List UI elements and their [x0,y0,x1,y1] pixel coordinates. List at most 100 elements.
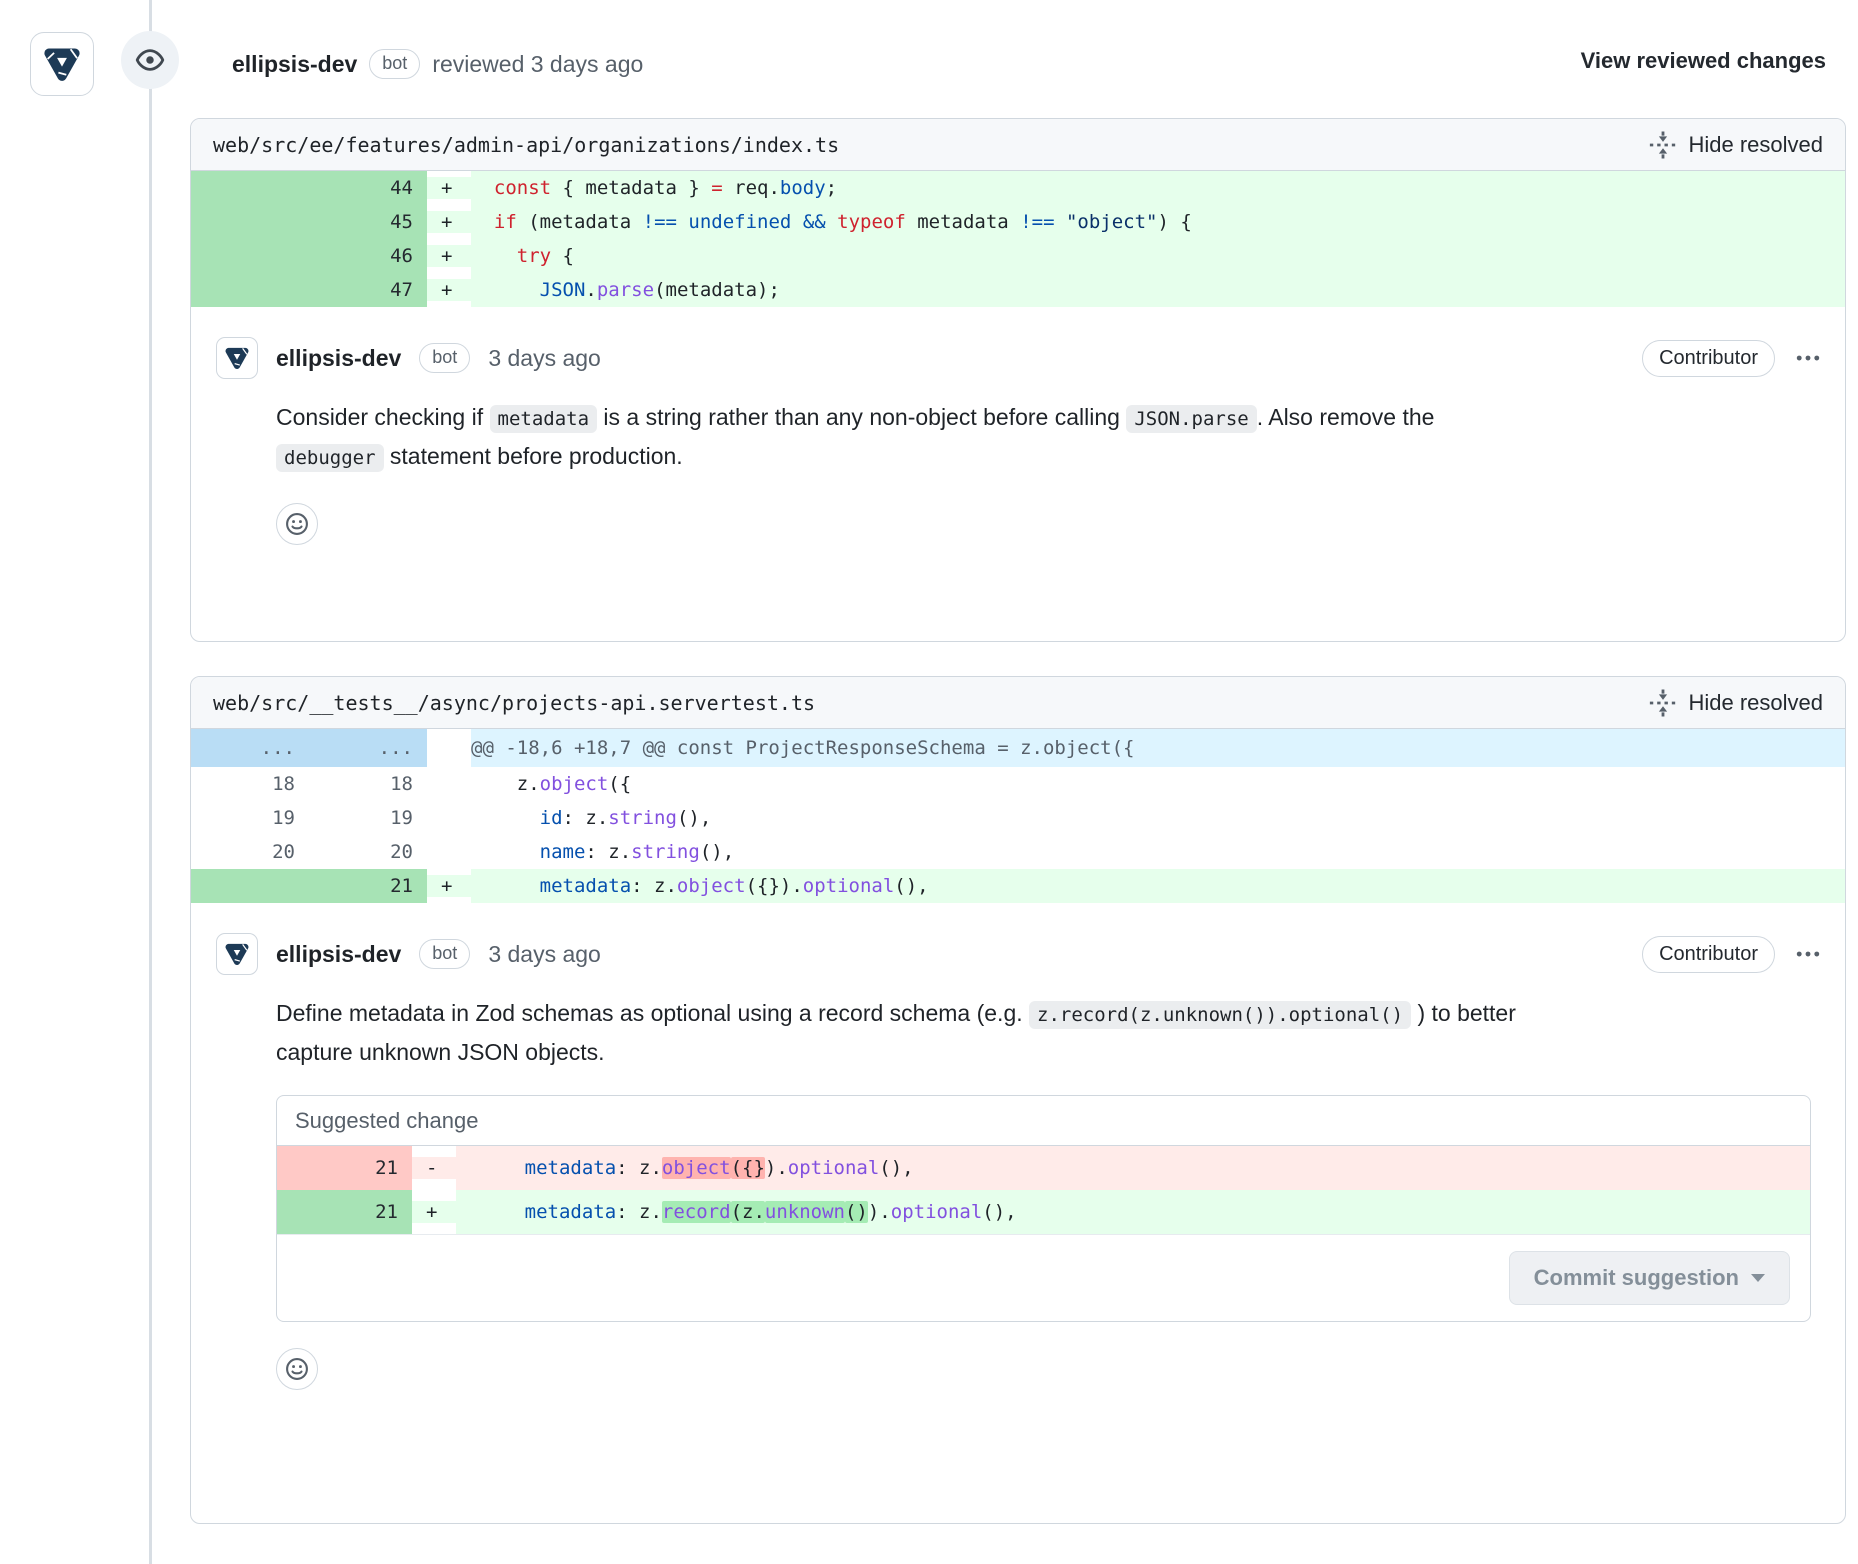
old-line-number [191,239,309,273]
contributor-badge: Contributor [1642,340,1775,377]
old-line-number [191,869,309,903]
smiley-icon [285,1357,309,1381]
bot-badge: bot [419,939,470,969]
new-line-number: 47 [309,273,427,307]
review-header: ellipsis-dev bot reviewed 3 days ago [232,44,643,84]
diff-line: 44 + const { metadata } = req.body; [191,171,1845,205]
review-cards: web/src/ee/features/admin-api/organizati… [190,118,1846,1524]
code-line: try { [471,239,1845,273]
file-path-link[interactable]: web/src/ee/features/admin-api/organizati… [213,133,839,157]
hunk-text: @@ -18,6 +18,7 @@ const ProjectResponseS… [471,729,1845,767]
old-line-number: 18 [191,767,309,801]
comment-body: Consider checking if metadata is a strin… [276,399,1526,477]
new-line-number: 44 [309,171,427,205]
diff-marker: + [412,1201,456,1223]
diff-1: 44 + const { metadata } = req.body; 45 +… [191,171,1845,307]
comment-menu-button[interactable] [1795,941,1821,967]
comment-body: Define metadata in Zod schemas as option… [276,995,1526,1071]
new-line-number: 19 [309,801,427,835]
diff-marker: + [427,245,471,267]
timeline-line [149,0,152,1564]
new-line-number: 20 [309,835,427,869]
file-header-2: web/src/__tests__/async/projects-api.ser… [191,677,1845,729]
eye-icon [135,45,165,75]
code-line: metadata: z.record(z.unknown()).optional… [456,1190,1810,1234]
review-action-text: reviewed 3 days ago [432,51,643,78]
comment-menu-button[interactable] [1795,345,1821,371]
code-line: id: z.string(), [471,801,1845,835]
comment-header: ellipsis-dev bot 3 days ago Contributor [216,933,1821,975]
diff-line: 20 20 name: z.string(), [191,835,1845,869]
suggestion-added-line: 21 + metadata: z.record(z.unknown()).opt… [277,1190,1810,1234]
diff-line: 45 + if (metadata !== undefined && typeo… [191,205,1845,239]
hide-resolved-label: Hide resolved [1688,690,1823,716]
diff-marker: + [427,279,471,301]
inline-code: JSON.parse [1126,405,1256,433]
ellipsis-logo-icon [222,343,252,373]
add-reaction-button[interactable] [276,1348,318,1390]
new-line-number: 46 [309,239,427,273]
diff-marker: + [427,875,471,897]
view-reviewed-changes-link[interactable]: View reviewed changes [1581,48,1826,74]
comment-timestamp[interactable]: 3 days ago [488,941,601,968]
fold-icon [1648,688,1678,718]
contributor-badge: Contributor [1642,936,1775,973]
ellipsis-logo-icon [39,41,85,87]
hide-resolved-button[interactable]: Hide resolved [1648,130,1823,160]
code-line: name: z.string(), [471,835,1845,869]
review-thread-card-2: web/src/__tests__/async/projects-api.ser… [190,676,1846,1524]
reviewer-name[interactable]: ellipsis-dev [232,51,357,78]
code-line: JSON.parse(metadata); [471,273,1845,307]
hide-resolved-label: Hide resolved [1688,132,1823,158]
diff-line: 19 19 id: z.string(), [191,801,1845,835]
pr-review-timeline-item: ellipsis-dev bot reviewed 3 days ago Vie… [0,0,1858,1564]
reviewer-avatar[interactable] [30,32,94,96]
diff-line: 21 + metadata: z.object({}).optional(), [191,869,1845,903]
code-line: z.object({ [471,767,1845,801]
old-line-number [191,171,309,205]
comment-author[interactable]: ellipsis-dev [276,345,401,372]
add-reaction-button[interactable] [276,503,318,545]
file-header-1: web/src/ee/features/admin-api/organizati… [191,119,1845,171]
new-hunk-marker: ... [309,729,427,767]
code-line: if (metadata !== undefined && typeof met… [471,205,1845,239]
code-line: const { metadata } = req.body; [471,171,1845,205]
caret-down-icon [1751,1274,1765,1282]
comment-author[interactable]: ellipsis-dev [276,941,401,968]
suggested-change-title: Suggested change [277,1096,1810,1146]
new-line-number: 18 [309,767,427,801]
old-hunk-marker: ... [191,729,309,767]
kebab-icon [1795,941,1821,967]
hunk-header-line: ... ... @@ -18,6 +18,7 @@ const ProjectR… [191,729,1845,767]
diff-line: 18 18 z.object({ [191,767,1845,801]
bot-badge: bot [419,343,470,373]
old-line-number [191,273,309,307]
new-line-number: 21 [309,869,427,903]
review-comment-1: ellipsis-dev bot 3 days ago Contributor … [191,307,1845,641]
suggestion-footer: Commit suggestion [277,1234,1810,1321]
smiley-icon [285,512,309,536]
review-thread-card-1: web/src/ee/features/admin-api/organizati… [190,118,1846,642]
ellipsis-logo-icon [222,939,252,969]
diff-line: 47 + JSON.parse(metadata); [191,273,1845,307]
comment-avatar[interactable] [216,337,258,379]
code-line: metadata: z.object({}).optional(), [471,869,1845,903]
line-number: 21 [277,1146,412,1190]
kebab-icon [1795,345,1821,371]
diff-2: ... ... @@ -18,6 +18,7 @@ const ProjectR… [191,729,1845,903]
line-number: 21 [277,1190,412,1234]
diff-line: 46 + try { [191,239,1845,273]
commit-suggestion-button[interactable]: Commit suggestion [1509,1251,1790,1305]
suggestion-deleted-line: 21 - metadata: z.object({}).optional(), [277,1146,1810,1190]
comment-timestamp[interactable]: 3 days ago [488,345,601,372]
diff-marker: + [427,177,471,199]
file-path-link[interactable]: web/src/__tests__/async/projects-api.ser… [213,691,815,715]
bot-badge: bot [369,49,420,79]
code-line: metadata: z.object({}).optional(), [456,1146,1810,1190]
review-event-badge [121,31,179,89]
hide-resolved-button[interactable]: Hide resolved [1648,688,1823,718]
commit-suggestion-label: Commit suggestion [1534,1265,1739,1291]
comment-header: ellipsis-dev bot 3 days ago Contributor [216,337,1821,379]
comment-avatar[interactable] [216,933,258,975]
old-line-number: 19 [191,801,309,835]
